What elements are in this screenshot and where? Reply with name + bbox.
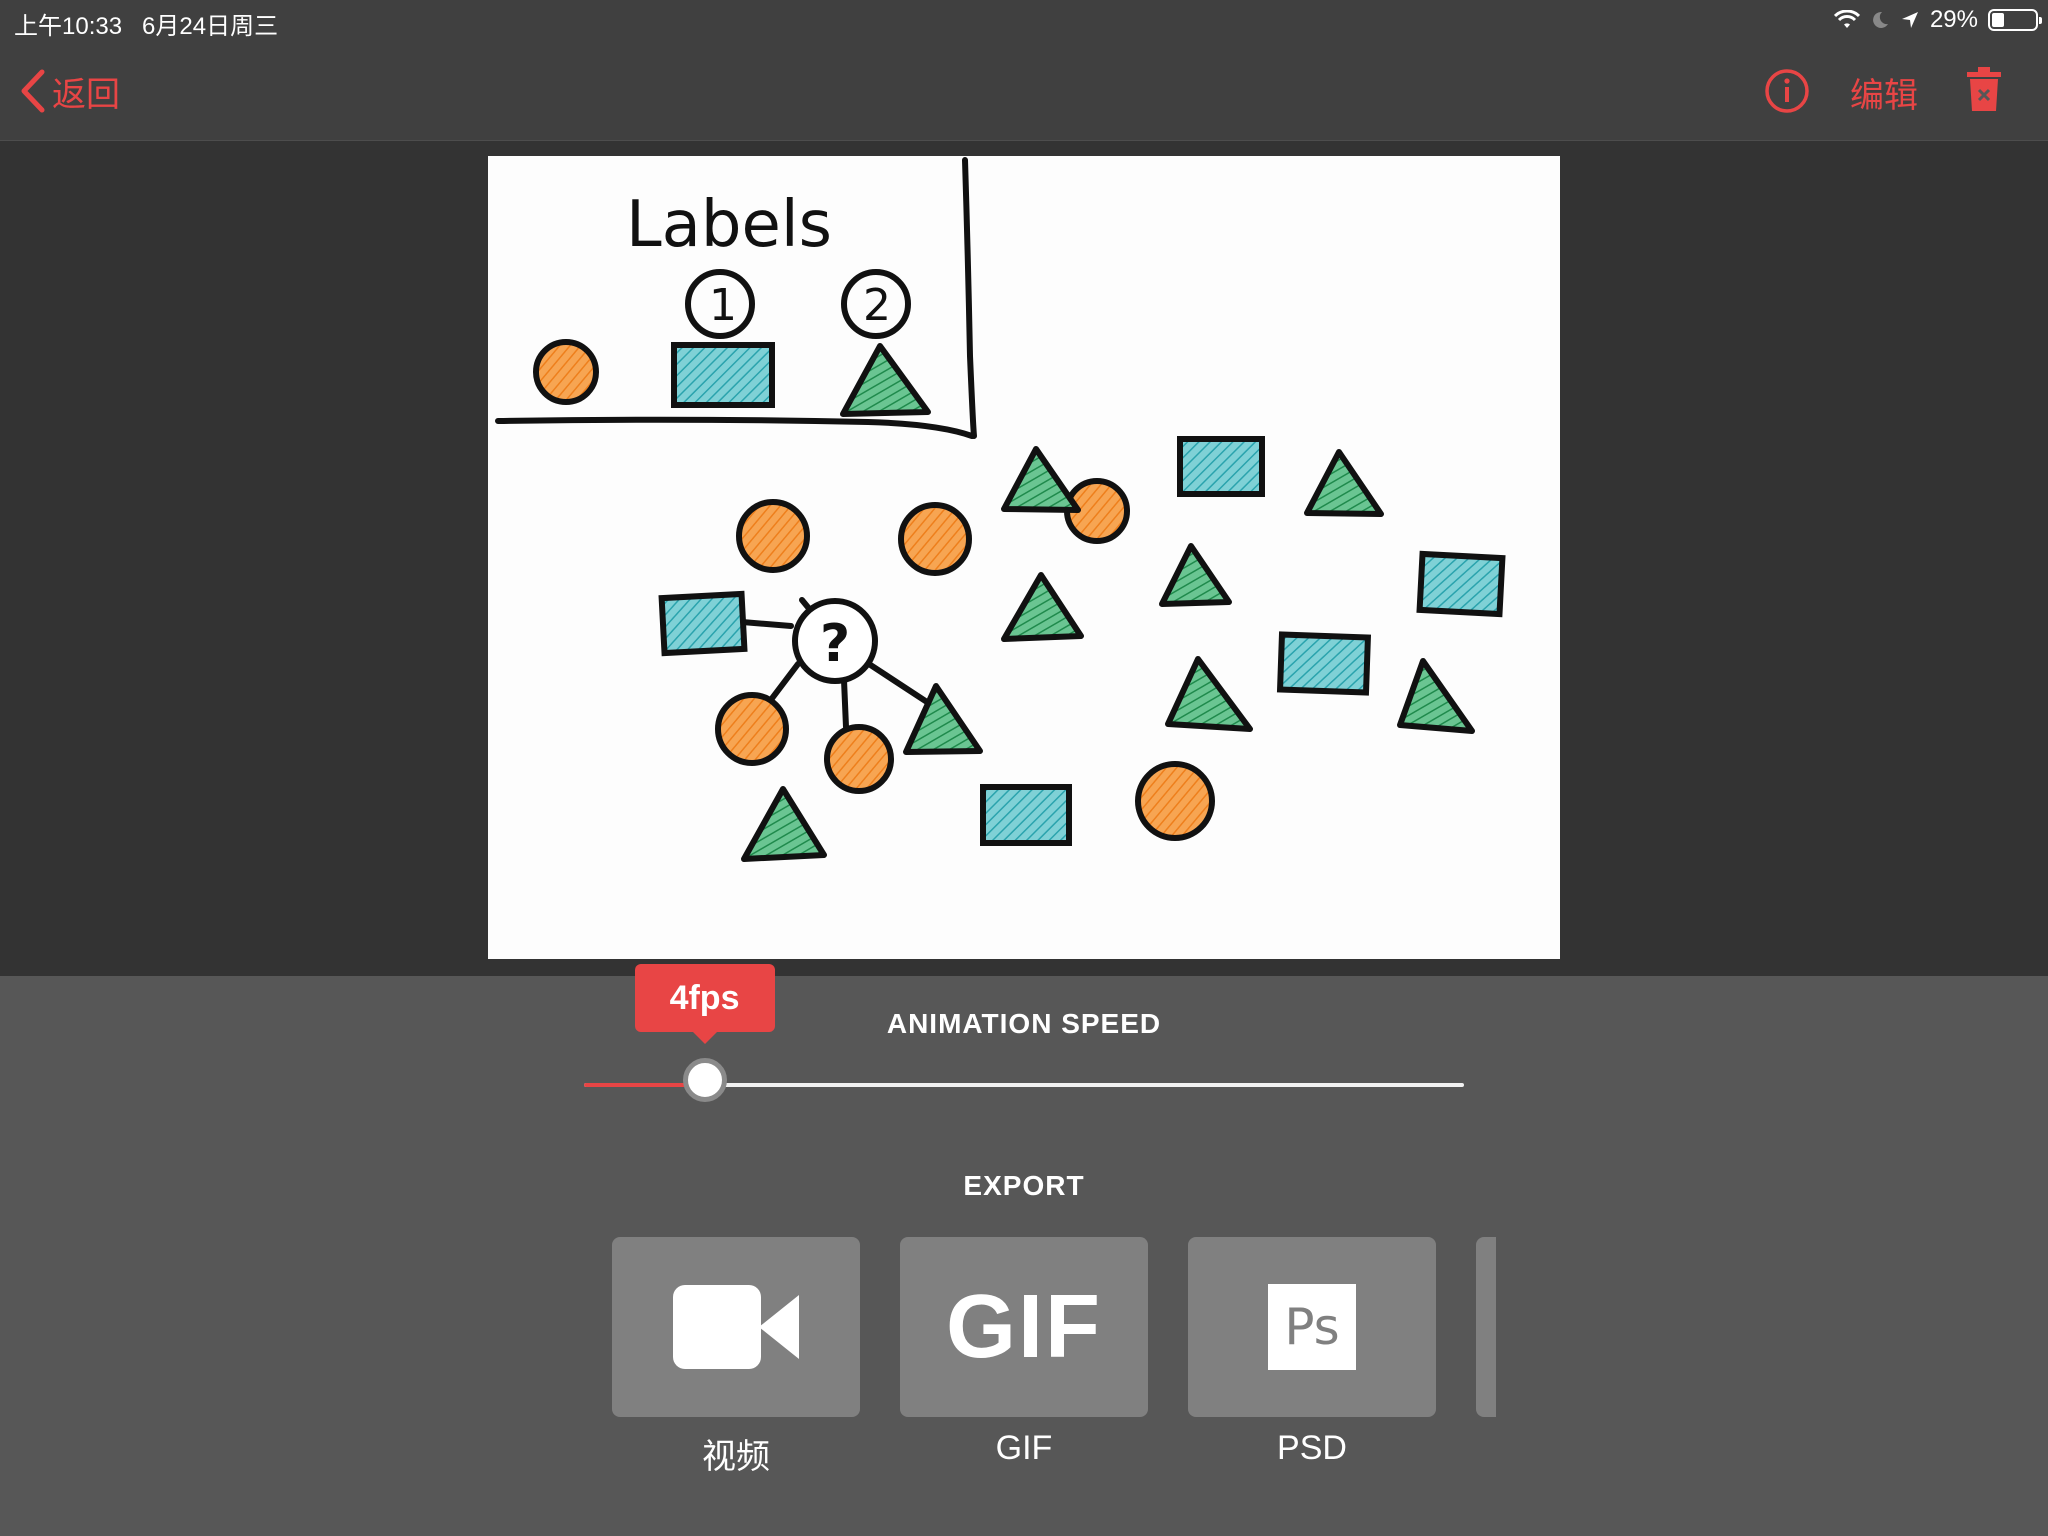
back-button[interactable]: 返回 — [20, 66, 120, 116]
export-psd-button[interactable]: Ps PSD — [1188, 1237, 1436, 1468]
labels-box-bottom-line — [495, 416, 975, 439]
speed-value-tooltip: 4fps — [634, 964, 775, 1044]
green-triangle — [1001, 446, 1081, 513]
status-icons: 29% — [1833, 6, 2042, 34]
green-triangle — [1001, 572, 1084, 642]
orange-circle — [1135, 761, 1215, 841]
label-1-number: 1 — [709, 280, 737, 331]
export-video-button[interactable]: 视频 — [612, 1237, 860, 1478]
drawing-canvas[interactable]: Labels 1 2 ? — [488, 156, 1560, 959]
green-triangle — [1165, 656, 1253, 732]
back-label: 返回 — [52, 75, 120, 114]
location-arrow-icon — [1901, 12, 1918, 28]
status-time: 上午10:33 6月24日周三 — [14, 13, 279, 40]
drawing-sketch: Labels 1 2 ? — [495, 157, 1506, 862]
orange-circle — [715, 692, 789, 766]
teal-rectangle — [1416, 550, 1506, 618]
export-psd-tile[interactable]: Ps — [1188, 1237, 1436, 1417]
green-triangle — [1159, 543, 1232, 607]
wifi-icon — [1833, 10, 1860, 28]
export-video-tile[interactable] — [612, 1237, 860, 1417]
edit-button[interactable]: 编辑 — [1850, 68, 1918, 117]
teal-rectangle — [980, 784, 1072, 846]
nav-bar: 返回 编辑 — [0, 40, 2048, 141]
animation-speed-title: ANIMATION SPEED — [886, 1008, 1162, 1039]
battery-cap — [2039, 17, 2042, 24]
orange-circle — [736, 499, 810, 573]
animation-speed-slider[interactable] — [584, 1058, 1464, 1102]
labels-title: Labels — [626, 188, 832, 262]
video-camera-icon — [673, 1285, 799, 1369]
unknown-node-mark: ? — [820, 614, 850, 674]
orange-circle — [824, 724, 894, 794]
legend-teal-rectangle — [671, 342, 775, 408]
label-2-number: 2 — [863, 280, 891, 331]
export-video-label: 视频 — [702, 1438, 770, 1476]
gif-icon: GIF — [946, 1276, 1102, 1377]
export-title: EXPORT — [963, 1170, 1085, 1201]
photoshop-icon: Ps — [1268, 1284, 1356, 1370]
export-gif-button[interactable]: GIF GIF — [900, 1237, 1148, 1468]
battery-fill — [1992, 13, 2005, 27]
teal-rectangle — [658, 590, 748, 657]
green-triangle — [1304, 449, 1384, 517]
export-gif-label: GIF — [995, 1429, 1053, 1467]
battery-percent: 29% — [1929, 6, 1978, 33]
export-next-tile-partial[interactable] — [1476, 1237, 1496, 1417]
trash-icon — [1967, 67, 2001, 111]
battery-icon — [1988, 9, 2042, 31]
slider-thumb[interactable] — [682, 1058, 727, 1102]
green-triangle — [741, 786, 827, 862]
export-psd-label: PSD — [1277, 1429, 1347, 1467]
teal-rectangle — [1177, 436, 1265, 497]
delete-button[interactable] — [1964, 66, 2004, 117]
chevron-left-icon — [21, 69, 45, 113]
export-gif-tile[interactable]: GIF — [900, 1237, 1148, 1417]
legend-orange-circle — [533, 339, 599, 405]
info-button[interactable] — [1764, 68, 1810, 119]
labels-box-right-line — [962, 157, 977, 439]
moon-icon — [1873, 11, 1888, 28]
legend-green-triangle — [840, 343, 931, 417]
status-bar: 上午10:33 6月24日周三 29% — [0, 0, 2048, 40]
info-icon — [1765, 69, 1809, 113]
teal-rectangle — [1276, 631, 1372, 696]
orange-circle — [898, 502, 972, 576]
green-triangle — [1397, 658, 1475, 734]
